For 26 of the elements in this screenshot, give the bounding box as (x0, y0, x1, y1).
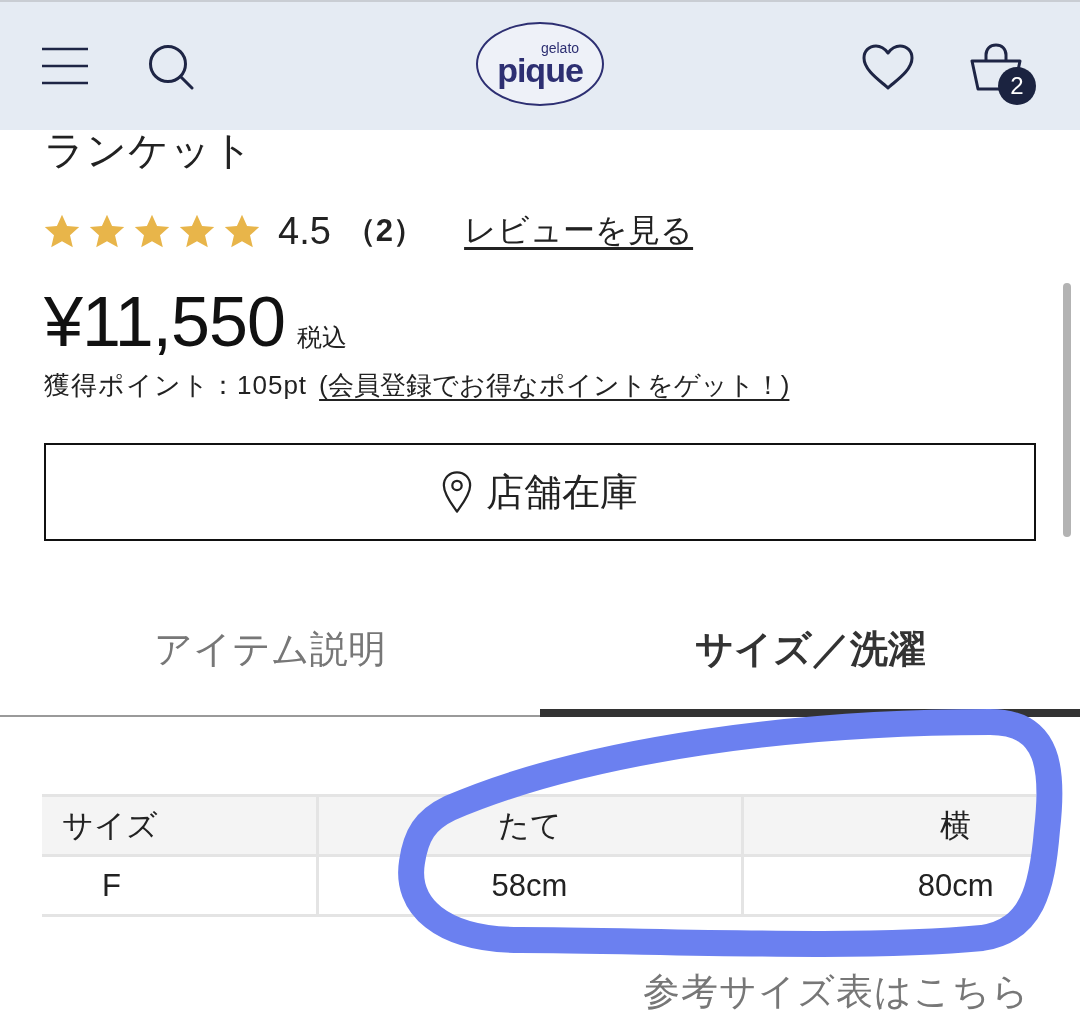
table-header-cell: 横 (742, 795, 1036, 856)
table-cell: F (42, 855, 317, 916)
logo[interactable]: gelato pique (476, 22, 604, 106)
points-text: 獲得ポイント：105pt (44, 369, 308, 402)
store-stock-button[interactable]: 店舗在庫 (44, 443, 1036, 541)
star-icon (89, 214, 125, 248)
cart-count-badge: 2 (998, 67, 1036, 105)
menu-icon[interactable] (42, 47, 88, 85)
table-header-cell: サイズ (42, 795, 317, 856)
size-chart-link[interactable]: 参考サイズ表はこちら (643, 967, 1030, 1017)
table-cell: 58cm (317, 855, 742, 916)
price: ¥11,550 (44, 286, 285, 358)
product-title: ランケット (44, 130, 255, 170)
search-icon[interactable] (148, 44, 194, 90)
review-count: （2） (344, 212, 425, 250)
reviews-link[interactable]: レビューを見る (464, 209, 694, 253)
logo-tagline: gelato (540, 41, 580, 55)
rating-score: 4.5 (278, 209, 331, 253)
heart-icon[interactable] (862, 44, 914, 90)
member-signup-link[interactable]: (会員登録でお得なポイントをゲット！) (319, 367, 790, 403)
tax-note: 税込 (296, 322, 347, 353)
star-icon (134, 214, 170, 248)
star-icon (44, 214, 80, 248)
star-icon (179, 214, 215, 248)
star-icon (224, 214, 260, 248)
location-pin-icon (442, 470, 472, 514)
